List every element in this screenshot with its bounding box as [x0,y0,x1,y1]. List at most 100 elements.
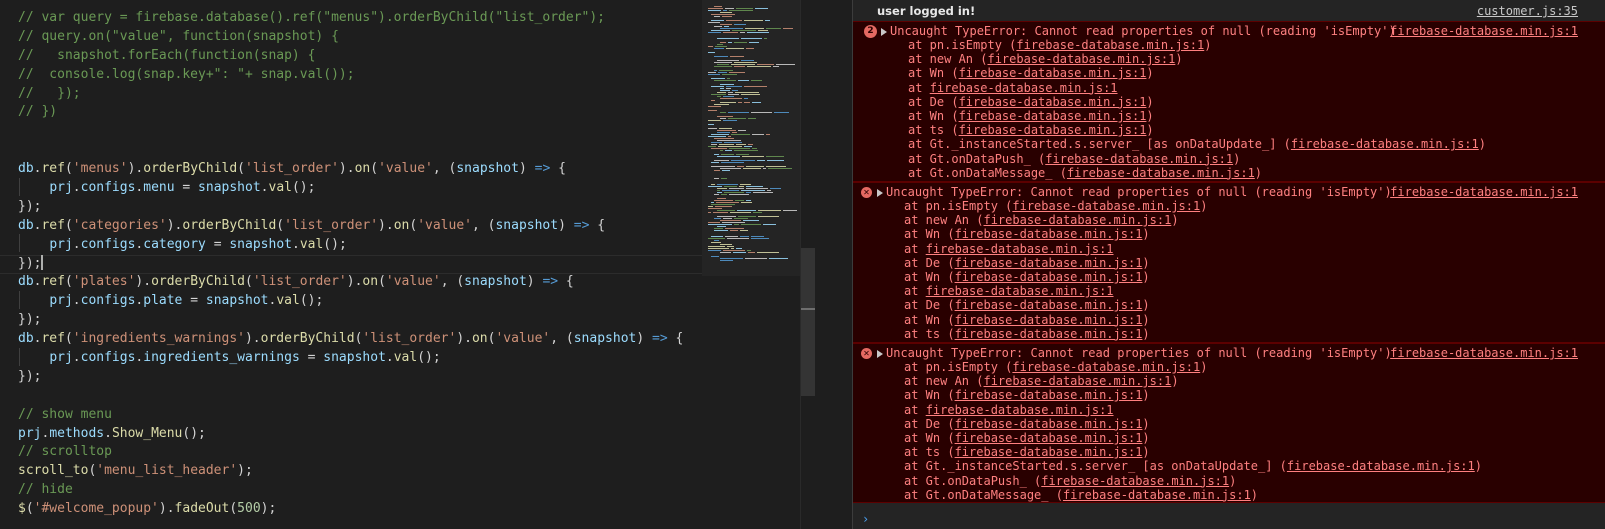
stack-frame-link[interactable]: firebase-database.min.js:1 [955,431,1143,445]
minimap-stroke [752,102,761,103]
code-line[interactable]: // show menu [18,406,683,425]
stack-frame-link[interactable]: firebase-database.min.js:1 [1012,360,1200,374]
code-line[interactable]: // snapshot.forEach(function(snap) { [18,47,683,66]
stack-frame-link[interactable]: firebase-database.min.js:1 [955,227,1143,241]
code-line[interactable]: prj.methods.Show_Menu(); [18,425,683,444]
stack-frame-link[interactable]: firebase-database.min.js:1 [1067,166,1255,180]
stack-frame-link[interactable]: firebase-database.min.js:1 [955,417,1143,431]
stack-frame-text: ) [1175,52,1183,67]
code-line[interactable]: }); [18,254,683,274]
stack-frame-link[interactable]: firebase-database.min.js:1 [983,213,1171,227]
console-error-group[interactable]: ✕ Uncaught TypeError: Cannot read propert… [853,182,1605,343]
error-message[interactable]: Uncaught TypeError: Cannot read properti… [886,346,1392,360]
stack-frame-link[interactable]: firebase-database.min.js:1 [1287,459,1475,473]
stack-frame-link[interactable]: firebase-database.min.js:1 [926,284,1114,298]
minimap-stroke [717,192,722,193]
stack-frame-link[interactable]: firebase-database.min.js:1 [959,66,1147,80]
error-message[interactable]: Uncaught TypeError: Cannot read properti… [890,24,1396,38]
stack-frame-link[interactable]: firebase-database.min.js:1 [1016,38,1204,52]
code-line[interactable]: // query.on("value", function(snapshot) … [18,28,683,47]
minimap-stroke [717,60,739,61]
stack-frame-link[interactable]: firebase-database.min.js:1 [955,388,1143,402]
code-token: ( [64,217,73,233]
minimap-stroke [720,90,730,91]
minimap-stroke [736,144,746,145]
minimap-stroke [717,96,721,97]
console-error-group[interactable]: ✕ Uncaught TypeError: Cannot read propert… [853,343,1605,503]
expand-triangle-icon[interactable] [881,28,887,36]
code-line[interactable]: $('#welcome_popup').fadeOut(500); [18,500,683,519]
code-token: ( [378,274,386,290]
code-line[interactable]: // }); [18,85,683,104]
code-line[interactable]: db.ref('categories').orderByChild('list_… [18,217,683,236]
code-line[interactable]: db.ref('plates').orderByChild('list_orde… [18,273,683,292]
stack-frame-text: at ts ( [908,123,959,138]
code-line[interactable]: // scrolltop [18,443,683,462]
code-line[interactable] [18,387,683,406]
console-error-group[interactable]: 2 Uncaught TypeError: Cannot read propert… [853,21,1605,182]
editor-scrollbar[interactable] [800,0,815,529]
stack-frame-link[interactable]: firebase-database.min.js:1 [955,313,1143,327]
code-line[interactable]: db.ref('ingredients_warnings').orderByCh… [18,330,683,349]
code-line[interactable]: prj.configs.category = snapshot.val(); [18,236,683,255]
expand-triangle-icon[interactable] [877,189,883,197]
code-line[interactable]: }); [18,311,683,330]
stack-frame-link[interactable]: firebase-database.min.js:1 [1041,474,1229,488]
code-line[interactable]: prj.configs.menu = snapshot.val(); [18,179,683,198]
minimap-stroke [738,102,742,103]
stack-frame-link[interactable]: firebase-database.min.js:1 [926,242,1114,256]
code-line[interactable]: }); [18,368,683,387]
expand-triangle-icon[interactable] [877,350,883,358]
code-text[interactable]: // var query = firebase.database().ref("… [18,9,683,519]
minimap-stroke [721,194,727,195]
stack-frame-link[interactable]: firebase-database.min.js:1 [955,327,1143,341]
code-line[interactable]: db.ref('menus').orderByChild('list_order… [18,160,683,179]
minimap[interactable] [702,0,800,529]
minimap-stroke [711,148,727,149]
error-source-link[interactable]: firebase-database.min.js:1 [1390,346,1578,360]
scrollbar-thumb[interactable] [801,248,815,396]
code-line[interactable] [18,141,683,160]
console-input[interactable]: › [853,512,1605,529]
stack-frame-link[interactable]: firebase-database.min.js:1 [1063,488,1251,502]
stack-frame-text: at Wn ( [908,66,959,81]
error-source-link[interactable]: firebase-database.min.js:1 [1390,24,1578,38]
code-line[interactable] [18,122,683,141]
stack-frame-link[interactable]: firebase-database.min.js:1 [955,256,1143,270]
stack-frame-text: ) [1142,270,1150,284]
code-line[interactable]: }); [18,198,683,217]
minimap-stroke [748,144,753,145]
stack-frame-link[interactable]: firebase-database.min.js:1 [955,445,1143,459]
stack-frame-link[interactable]: firebase-database.min.js:1 [987,52,1175,66]
stack-frame-link[interactable]: firebase-database.min.js:1 [959,95,1147,109]
error-message[interactable]: Uncaught TypeError: Cannot read properti… [886,185,1392,199]
stack-frame-link[interactable]: firebase-database.min.js:1 [959,109,1147,123]
minimap-stroke [708,146,716,147]
code-editor[interactable]: // var query = firebase.database().ref("… [0,0,702,529]
log-source-link[interactable]: customer.js:35 [1477,4,1578,18]
minimap-stroke [711,134,729,135]
code-line[interactable]: // hide [18,481,683,500]
stack-frame-link[interactable]: firebase-database.min.js:1 [959,123,1147,137]
stack-frame-link[interactable]: firebase-database.min.js:1 [930,81,1118,95]
devtools-console[interactable]: user logged in! customer.js:35 2 Uncaught… [853,0,1605,529]
minimap-stroke [725,150,732,151]
stack-frame-link[interactable]: firebase-database.min.js:1 [926,403,1114,417]
stack-frame-link[interactable]: firebase-database.min.js:1 [1012,199,1200,213]
minimap-stroke [718,72,727,73]
code-token: prj [49,180,73,196]
code-line[interactable]: prj.configs.ingredients_warnings = snaps… [18,349,683,368]
stack-frame-link[interactable]: firebase-database.min.js:1 [1291,137,1479,151]
error-source-link[interactable]: firebase-database.min.js:1 [1390,185,1578,199]
code-line[interactable]: // var query = firebase.database().ref("… [18,9,683,28]
stack-frame-link[interactable]: firebase-database.min.js:1 [983,374,1171,388]
stack-frame-link[interactable]: firebase-database.min.js:1 [1045,152,1233,166]
stack-frame-link[interactable]: firebase-database.min.js:1 [955,270,1143,284]
code-line[interactable]: // }) [18,103,683,122]
code-line[interactable]: prj.configs.plate = snapshot.val(); [18,292,683,311]
code-line[interactable]: scroll_to('menu_list_header'); [18,462,683,481]
code-line[interactable]: // console.log(snap.key+": "+ snap.val()… [18,66,683,85]
stack-frame: at ts (firebase-database.min.js:1) [904,327,1150,341]
stack-frame-link[interactable]: firebase-database.min.js:1 [955,298,1143,312]
